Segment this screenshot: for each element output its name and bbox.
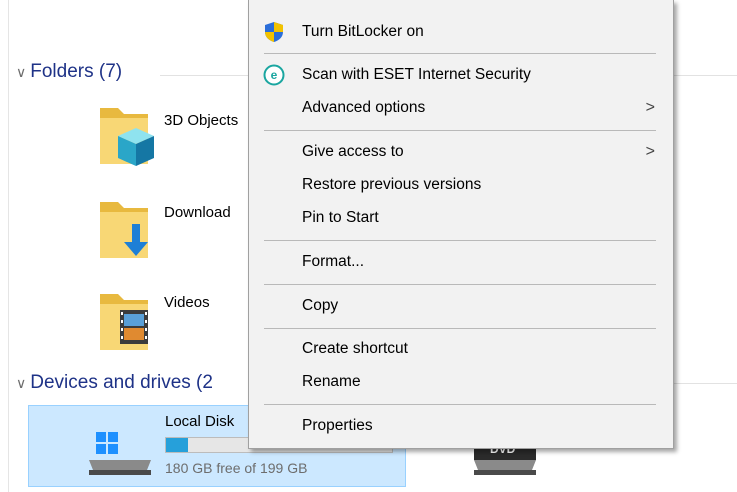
menu-label: Rename <box>302 373 361 390</box>
menu-label: Advanced options <box>302 99 426 116</box>
folders-group-header[interactable]: ∨ Folders (7) <box>16 61 122 83</box>
videos-folder-icon <box>100 294 148 350</box>
menu-label: Format... <box>302 253 365 270</box>
menu-label: Pin to Start <box>302 209 379 226</box>
menu-item-restore-previous-versions[interactable]: Restore previous versions <box>249 170 673 200</box>
menu-label: Give access to <box>302 143 404 160</box>
menu-separator <box>264 328 656 329</box>
menu-item-scan-with-eset[interactable]: e Scan with ESET Internet Security <box>249 60 673 90</box>
folder-label-downloads: Download <box>164 204 231 221</box>
drive-free-space: 180 GB free of 199 GB <box>165 460 308 476</box>
folder-label-3d-objects: 3D Objects <box>164 112 239 129</box>
menu-label: Scan with ESET Internet Security <box>302 66 531 83</box>
menu-separator <box>264 240 656 241</box>
svg-text:e: e <box>271 68 278 82</box>
bitlocker-shield-icon <box>265 22 283 42</box>
menu-item-pin-to-start[interactable]: Pin to Start <box>249 203 673 233</box>
menu-separator <box>264 53 656 54</box>
eset-icon: e <box>263 64 285 86</box>
downloads-folder-icon <box>100 202 148 258</box>
menu-item-give-access-to[interactable]: Give access to > <box>249 137 673 167</box>
menu-label: Create shortcut <box>302 340 408 357</box>
folder-item-downloads[interactable]: Download <box>90 188 250 264</box>
chevron-down-icon: ∨ <box>16 374 27 391</box>
menu-item-turn-bitlocker-on[interactable]: Turn BitLocker on <box>249 17 673 47</box>
menu-separator <box>264 284 656 285</box>
menu-label: Properties <box>302 417 373 434</box>
submenu-arrow-icon: > <box>645 143 655 160</box>
menu-item-advanced-options[interactable]: Advanced options > <box>249 93 673 123</box>
folder-item-3d-objects[interactable]: 3D Objects <box>90 96 250 172</box>
folder-label-videos: Videos <box>164 294 210 311</box>
menu-label: Copy <box>302 297 339 314</box>
3d-objects-folder-icon <box>100 108 154 166</box>
folder-item-videos[interactable]: Videos <box>90 280 250 356</box>
menu-item-format[interactable]: Format... <box>249 247 673 277</box>
submenu-arrow-icon: > <box>645 99 655 116</box>
menu-separator <box>264 404 656 405</box>
local-disk-drive-icon <box>89 432 151 475</box>
menu-item-properties[interactable]: Properties <box>249 411 673 441</box>
chevron-down-icon: ∨ <box>16 63 27 80</box>
context-menu: Turn BitLocker on e Scan with ESET Inter… <box>248 0 674 449</box>
menu-item-rename[interactable]: Rename <box>249 367 673 397</box>
menu-label: Restore previous versions <box>302 176 482 193</box>
menu-separator <box>264 130 656 131</box>
menu-item-copy[interactable]: Copy <box>249 291 673 321</box>
drive-usage-fill <box>166 438 188 452</box>
menu-item-create-shortcut[interactable]: Create shortcut <box>249 334 673 364</box>
devices-group-label: Devices and drives (2 <box>30 372 213 393</box>
folders-group-label: Folders (7) <box>30 61 123 82</box>
drive-label-local-disk: Local Disk <box>165 413 235 430</box>
menu-label: Turn BitLocker on <box>302 23 424 40</box>
devices-group-header[interactable]: ∨ Devices and drives (2 <box>16 372 213 394</box>
devices-group-divider <box>672 383 737 384</box>
